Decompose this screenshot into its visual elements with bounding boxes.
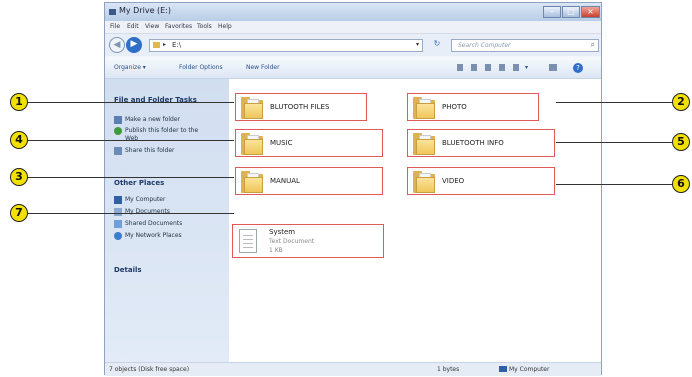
search-placeholder: Search Computer [458, 42, 511, 49]
folder-icon [153, 42, 160, 48]
callout-leader [27, 102, 234, 103]
callout-badge: 2 [672, 93, 690, 111]
callout-badge: 7 [10, 204, 28, 222]
folder-icon [413, 97, 435, 119]
folder-icon [241, 171, 263, 193]
menu-help[interactable]: Help [218, 23, 232, 30]
title-bar[interactable]: My Drive (E:) – □ × [105, 3, 601, 21]
file-list: BLUTOOTH FILES PHOTO MUSIC BLUETOOTH INF… [229, 79, 601, 362]
file-type: Text Document [269, 238, 315, 245]
callout-leader [27, 177, 234, 178]
publish-folder-link[interactable]: Publish this folder to the [125, 127, 198, 134]
folder-tile-manual[interactable]: MANUAL [235, 167, 383, 195]
thumbnails-icon[interactable] [499, 64, 505, 71]
menu-favorites[interactable]: Favorites [165, 23, 192, 30]
details-header[interactable]: Details [114, 266, 142, 274]
back-arrow-icon[interactable]: ◀ [109, 37, 125, 53]
copy-icon[interactable] [457, 64, 463, 71]
list-view-icon[interactable] [513, 64, 519, 71]
publish-web-icon [114, 127, 122, 135]
callout-leader [27, 213, 234, 214]
shared-documents-link[interactable]: Shared Documents [125, 220, 182, 227]
callout-badge: 6 [672, 175, 690, 193]
task-pane: File and Folder Tasks Make a new folder … [105, 79, 229, 362]
status-size: 1 bytes [437, 366, 460, 373]
my-computer-icon [499, 366, 507, 372]
minimize-button[interactable]: – [543, 6, 561, 18]
folder-tile-bluetooth-info[interactable]: BLUETOOTH INFO [407, 129, 555, 157]
search-input[interactable]: Search Computer ⌕ [451, 39, 599, 52]
folder-icon [241, 133, 263, 155]
network-places-icon [114, 232, 122, 240]
callout-leader [556, 142, 674, 143]
file-tile-system[interactable]: System Text Document 1 KB [232, 224, 384, 258]
organize-button[interactable]: Organize ▾ [114, 64, 146, 71]
address-dropdown-icon[interactable]: ▾ [416, 41, 419, 48]
my-computer-icon [114, 196, 122, 204]
forward-arrow-icon[interactable]: ▶ [126, 37, 142, 53]
folder-name: MANUAL [270, 177, 300, 185]
folder-tile-video[interactable]: VIDEO [407, 167, 555, 195]
folder-icon [413, 133, 435, 155]
breadcrumb-separator-icon: ▸ [163, 41, 167, 48]
preview-pane-icon[interactable] [549, 64, 557, 71]
callout-badge: 3 [10, 168, 28, 186]
drive-icon [109, 9, 116, 15]
share-folder-icon [114, 147, 122, 155]
menu-edit[interactable]: Edit [127, 23, 139, 30]
folder-name: BLUETOOTH INFO [442, 139, 504, 147]
new-folder-button[interactable]: New Folder [246, 64, 280, 71]
callout-badge: 4 [10, 131, 28, 149]
text-document-icon [239, 229, 257, 253]
status-location: My Computer [509, 366, 550, 373]
address-bar-row: ◀ ▶ ▸ E:\ ▾ ↻ Search Computer ⌕ [105, 34, 601, 56]
folder-options-button[interactable]: Folder Options [179, 64, 223, 71]
network-places-link[interactable]: My Network Places [125, 232, 182, 239]
status-bar: 7 objects (Disk free space) 1 bytes My C… [105, 362, 601, 376]
other-places-header: Other Places [114, 179, 165, 187]
address-path: E:\ [172, 41, 182, 49]
my-computer-link[interactable]: My Computer [125, 196, 165, 203]
maximize-button[interactable]: □ [562, 6, 580, 18]
file-name: System [269, 228, 296, 236]
folder-name: BLUTOOTH FILES [270, 103, 330, 111]
folder-tile-photo[interactable]: PHOTO [407, 93, 539, 121]
move-icon[interactable] [471, 64, 477, 71]
menu-file[interactable]: File [110, 23, 120, 30]
status-object-count: 7 objects (Disk free space) [109, 366, 190, 373]
menu-tools[interactable]: Tools [197, 23, 212, 30]
folder-name: VIDEO [442, 177, 465, 185]
folder-icon [241, 97, 263, 119]
folder-icon [413, 171, 435, 193]
explorer-window: My Drive (E:) – □ × File Edit View Favor… [104, 2, 602, 376]
window-title: My Drive (E:) [119, 6, 172, 15]
my-documents-icon [114, 208, 122, 216]
folder-name: PHOTO [442, 103, 467, 111]
make-new-folder-link[interactable]: Make a new folder [125, 116, 180, 123]
views-dropdown-icon[interactable]: ▾ [525, 64, 528, 71]
file-size: 1 KB [269, 247, 283, 254]
callout-leader [27, 140, 234, 141]
callout-badge: 1 [10, 93, 28, 111]
menu-view[interactable]: View [145, 23, 159, 30]
new-folder-icon [114, 116, 122, 124]
menu-bar: File Edit View Favorites Tools Help [105, 21, 601, 34]
command-toolbar: Organize ▾ Folder Options New Folder ▾ ? [105, 58, 601, 79]
search-icon[interactable]: ⌕ [591, 40, 595, 50]
close-button[interactable]: × [581, 6, 600, 18]
refresh-icon[interactable]: ↻ [427, 39, 447, 52]
share-folder-link[interactable]: Share this folder [125, 147, 175, 154]
tree-icon[interactable] [485, 64, 491, 71]
shared-documents-icon [114, 220, 122, 228]
address-input[interactable]: ▸ E:\ ▾ [149, 39, 423, 52]
folder-tile-music[interactable]: MUSIC [235, 129, 383, 157]
help-icon[interactable]: ? [573, 63, 583, 73]
folder-name: MUSIC [270, 139, 293, 147]
callout-badge: 5 [672, 133, 690, 151]
callout-leader [556, 102, 674, 103]
callout-leader [556, 184, 674, 185]
folder-tile-blutooth-files[interactable]: BLUTOOTH FILES [235, 93, 367, 121]
